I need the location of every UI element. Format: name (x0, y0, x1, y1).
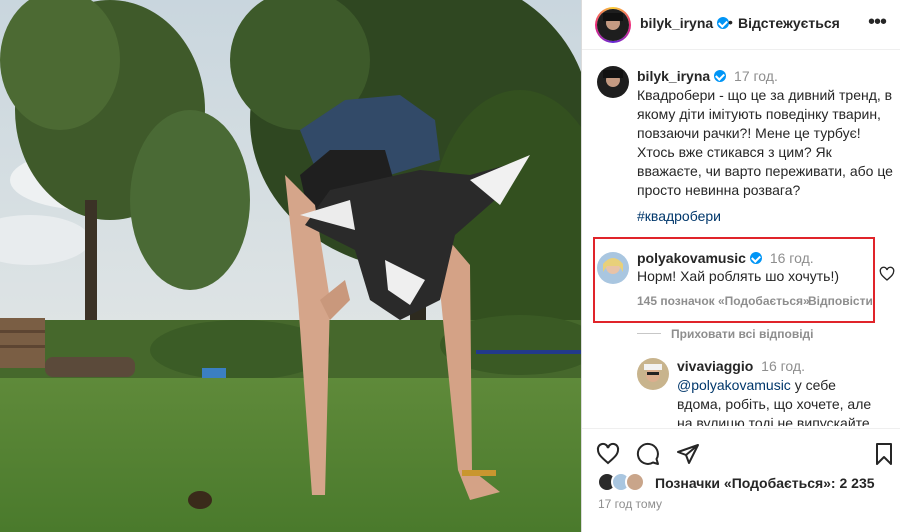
more-horizontal-icon[interactable]: ••• (868, 12, 887, 32)
caption-text: Квадробери - що це за дивний тренд, в як… (637, 87, 893, 198)
post-timestamp[interactable]: 17 год тому (598, 497, 662, 511)
author-username[interactable]: bilyk_iryna (640, 15, 730, 31)
post-photo[interactable] (0, 0, 581, 532)
following-button[interactable]: Відстежується (738, 15, 840, 31)
comment-time[interactable]: 16 год. (770, 250, 814, 266)
post-image (0, 0, 581, 532)
reply-avatar[interactable] (637, 358, 669, 390)
reply-username[interactable]: vivaviaggio (677, 358, 753, 374)
reply-button[interactable]: Відповісти (808, 294, 873, 308)
post-sidebar: bilyk_iryna • Відстежується ••• bilyk_ir… (581, 0, 900, 532)
comment-meta: polyakovamusic 16 год. (637, 250, 814, 266)
likes-count[interactable]: Позначки «Подобається»: 2 235 (655, 475, 875, 491)
header-separator: • (728, 14, 733, 30)
post-header: bilyk_iryna • Відстежується ••• (582, 0, 900, 50)
hashtag-link[interactable]: #квадробери (637, 208, 721, 224)
caption-time[interactable]: 17 год. (734, 68, 778, 84)
liker-avatar (625, 472, 645, 492)
reply-time[interactable]: 16 год. (761, 358, 805, 374)
hide-replies-button[interactable]: Приховати всі відповіді (671, 327, 814, 341)
comment-likes-count[interactable]: 145 позначок «Подобається» (637, 294, 810, 308)
comment-username[interactable]: polyakovamusic (637, 250, 746, 266)
reply-mention-link[interactable]: @polyakovamusic (677, 377, 791, 393)
reply-meta: vivaviaggio 16 год. (677, 358, 805, 374)
replies-divider (637, 333, 661, 334)
bookmark-icon[interactable] (872, 442, 896, 466)
comment-icon[interactable] (636, 442, 660, 466)
share-icon[interactable] (676, 442, 700, 466)
caption-avatar[interactable] (597, 66, 629, 98)
caption-meta: bilyk_iryna 17 год. (637, 68, 778, 84)
likers-avatars[interactable] (597, 472, 647, 492)
verified-badge-icon (749, 252, 762, 264)
post-actions: Позначки «Подобається»: 2 235 17 год том… (582, 428, 900, 532)
comment-text: Норм! Хай роблять шо хочуть!) (637, 268, 840, 284)
caption-username[interactable]: bilyk_iryna (637, 68, 710, 84)
author-avatar[interactable] (597, 9, 629, 41)
heart-icon[interactable] (596, 442, 620, 466)
comment-like-heart-icon[interactable] (879, 266, 895, 282)
verified-badge-icon (714, 70, 727, 82)
comment-avatar[interactable] (597, 252, 629, 284)
reply-text-block: @polyakovamusic у себе вдома, робіть, що… (677, 376, 877, 426)
